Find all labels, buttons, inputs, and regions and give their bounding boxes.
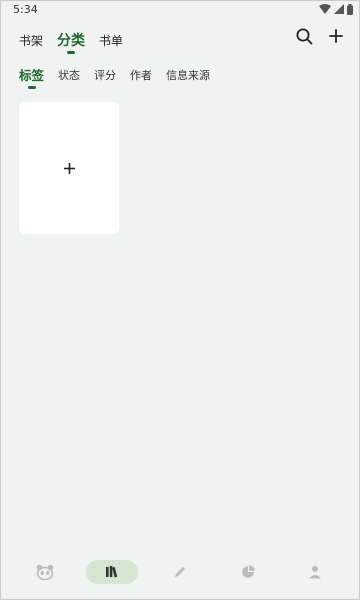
add-tag-card[interactable] (19, 102, 119, 234)
battery-icon (347, 3, 353, 15)
nav-profile[interactable] (289, 560, 341, 584)
search-button[interactable] (295, 27, 313, 45)
signal-icon (334, 4, 344, 14)
pencil-icon (174, 567, 185, 577)
tab-category[interactable]: 分类 (57, 33, 85, 49)
top-actions (295, 27, 345, 45)
status-time: 5:34 (13, 2, 38, 16)
subtab-author[interactable]: 作者 (130, 69, 152, 83)
panda-icon (36, 564, 54, 580)
subtab-tags[interactable]: 标签 (19, 69, 44, 83)
plus-icon (63, 162, 75, 174)
nav-stats[interactable] (222, 560, 274, 584)
person-icon (309, 566, 322, 579)
bottom-nav (1, 559, 359, 585)
subtab-rating[interactable]: 评分 (94, 69, 116, 83)
wifi-icon (319, 4, 331, 14)
subtab-status[interactable]: 状态 (58, 69, 80, 83)
books-icon (106, 566, 118, 578)
plus-icon (329, 29, 343, 43)
nav-bookshelf[interactable] (86, 560, 139, 584)
status-bar: 5:34 (1, 1, 359, 17)
search-icon (296, 28, 312, 44)
sub-tabs: 标签 状态 评分 作者 信息来源 (19, 63, 210, 83)
tab-bookshelf[interactable]: 书架 (19, 33, 43, 49)
status-icons (319, 3, 353, 15)
add-button[interactable] (327, 27, 345, 45)
nav-notes[interactable] (154, 560, 206, 584)
tab-booklist[interactable]: 书单 (99, 33, 123, 49)
top-tabs: 书架 分类 书单 (19, 27, 123, 49)
nav-home[interactable] (19, 560, 71, 584)
subtab-source[interactable]: 信息来源 (166, 69, 210, 83)
pie-chart-icon (241, 565, 255, 578)
